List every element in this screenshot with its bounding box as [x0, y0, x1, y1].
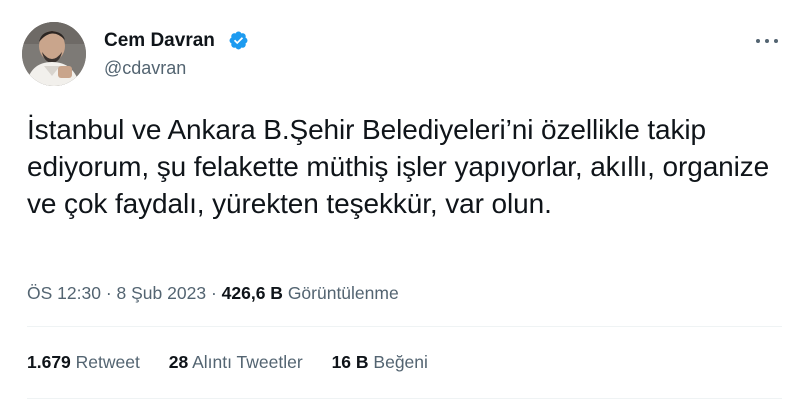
meta-separator: · [105, 283, 112, 303]
more-dot [765, 39, 769, 43]
engagement-stats: 1.679 Retweet 28 Alıntı Tweetler 16 B Be… [27, 351, 452, 373]
avatar[interactable] [22, 22, 86, 86]
quotes-label: Alıntı Tweetler [192, 352, 303, 372]
likes-count: 16 B [331, 352, 369, 372]
avatar-photo [22, 22, 86, 86]
more-options-icon[interactable] [754, 30, 780, 52]
views-count: 426,6 B [221, 283, 283, 303]
tweet-meta: ÖS 12:30 · 8 Şub 2023 · 426,6 B Görüntül… [27, 282, 399, 304]
verified-badge-icon [229, 31, 248, 50]
tweet-date[interactable]: 8 Şub 2023 [117, 283, 207, 303]
views-label: Görüntülenme [287, 283, 399, 303]
more-dot [774, 39, 778, 43]
likes-label: Beğeni [373, 352, 428, 372]
divider [27, 326, 782, 327]
divider [27, 398, 782, 399]
tweet-card: Cem Davran @cdavran İstanbul ve Ankara B… [0, 0, 804, 402]
retweets-count: 1.679 [27, 352, 71, 372]
retweets-stat[interactable]: 1.679 Retweet [27, 351, 140, 373]
meta-separator: · [210, 283, 217, 303]
more-dot [756, 39, 760, 43]
tweet-text: İstanbul ve Ankara B.Şehir Belediyeleri’… [27, 114, 770, 219]
likes-stat[interactable]: 16 B Beğeni [332, 351, 428, 373]
quote-tweets-stat[interactable]: 28 Alıntı Tweetler [169, 351, 303, 373]
tweet-time[interactable]: ÖS 12:30 [27, 283, 101, 303]
quotes-count: 28 [168, 352, 189, 372]
author-handle[interactable]: @cdavran [104, 57, 186, 79]
author-display-name[interactable]: Cem Davran [104, 30, 215, 52]
retweets-label: Retweet [75, 352, 140, 372]
